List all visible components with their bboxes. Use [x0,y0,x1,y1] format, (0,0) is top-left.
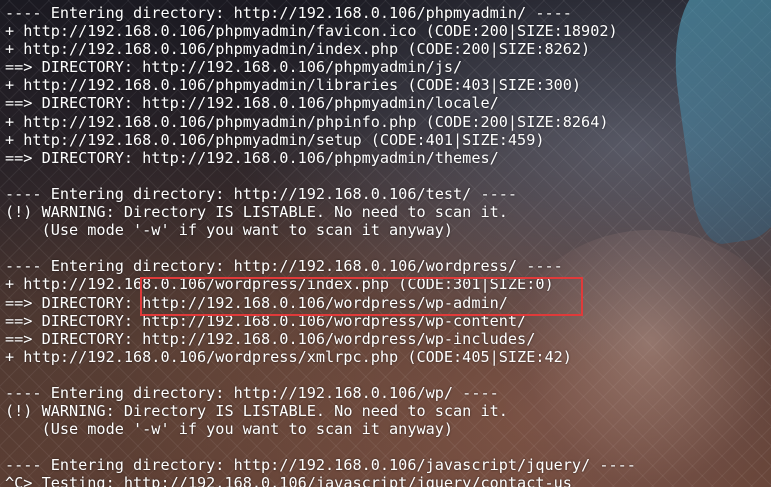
terminal-line: + http://192.168.0.106/phpmyadmin/librar… [5,76,582,95]
terminal-line: + http://192.168.0.106/wordpress/xmlrpc.… [5,347,572,366]
terminal-line: ==> DIRECTORY: http://192.168.0.106/phpm… [5,58,463,77]
terminal-line: ---- Entering directory: http://192.168.… [5,257,563,276]
terminal-line: ---- Entering directory: http://192.168.… [5,456,636,475]
terminal-line: + http://192.168.0.106/phpmyadmin/setup … [5,130,545,149]
terminal-line: + http://192.168.0.106/phpmyadmin/index.… [5,40,591,59]
terminal-line: + http://192.168.0.106/wordpress/index.p… [5,275,554,294]
terminal-line: ---- Entering directory: http://192.168.… [5,184,518,203]
terminal-prompt-line: ^C> Testing: http://192.168.0.106/javasc… [5,474,572,487]
terminal-line: ---- Entering directory: http://192.168.… [5,383,499,402]
terminal-line: ==> DIRECTORY: http://192.168.0.106/word… [5,329,536,348]
terminal-line-wp-admin: ==> DIRECTORY: http://192.168.0.106/word… [5,293,508,312]
terminal-line: ==> DIRECTORY: http://192.168.0.106/word… [5,311,527,330]
terminal-line: (!) WARNING: Directory IS LISTABLE. No n… [5,402,508,421]
terminal-line: + http://192.168.0.106/phpmyadmin/phpinf… [5,112,609,131]
terminal-line: (!) WARNING: Directory IS LISTABLE. No n… [5,203,508,222]
terminal-window[interactable]: ---- Entering directory: http://192.168.… [0,0,771,487]
terminal-line: ==> DIRECTORY: http://192.168.0.106/phpm… [5,148,499,167]
terminal-line: (Use mode '-w' if you want to scan it an… [5,420,454,439]
background-character-hair [663,0,771,248]
terminal-line: ==> DIRECTORY: http://192.168.0.106/phpm… [5,94,499,113]
terminal-line: ---- Entering directory: http://192.168.… [5,4,572,22]
terminal-output: ---- Entering directory: http://192.168.… [5,4,636,487]
terminal-line: (Use mode '-w' if you want to scan it an… [5,221,454,240]
terminal-line: + http://192.168.0.106/phpmyadmin/favico… [5,22,618,41]
